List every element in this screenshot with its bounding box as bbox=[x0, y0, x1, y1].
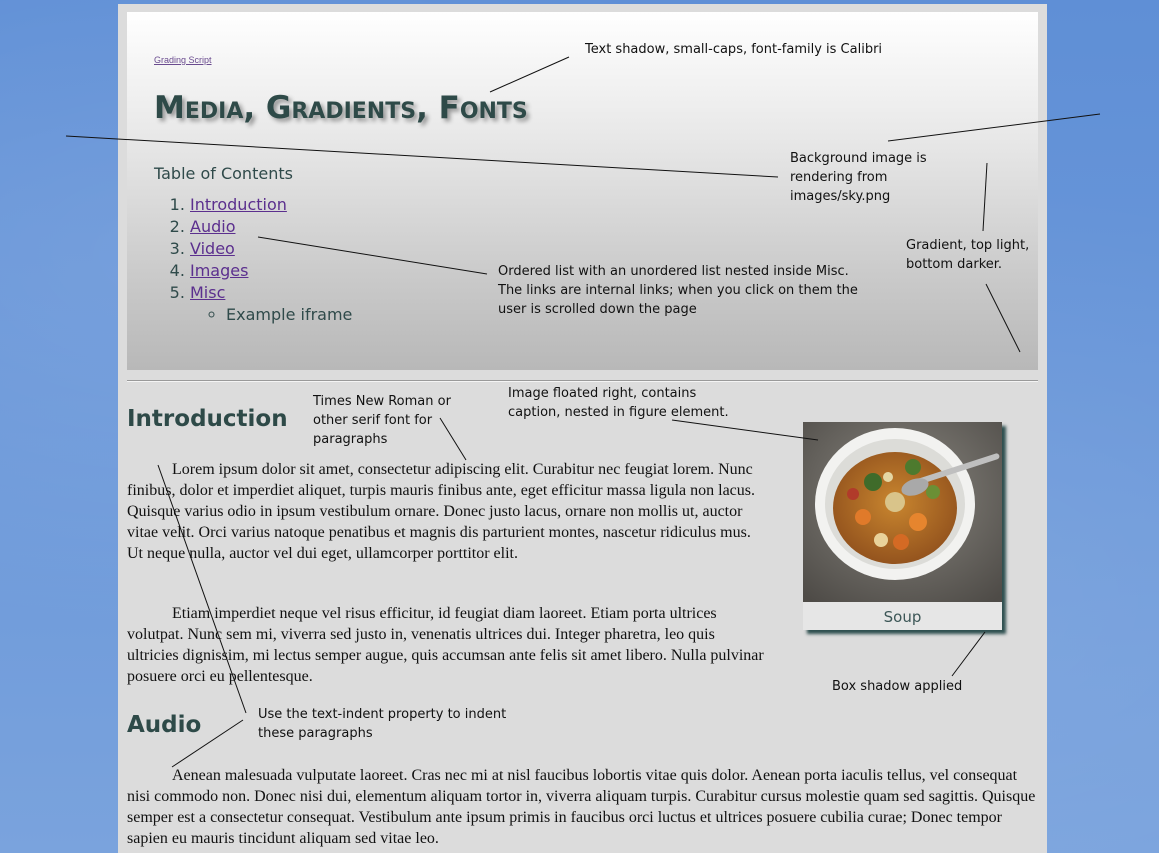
annotation-text-indent: Use the text-indent property to indent t… bbox=[258, 705, 506, 743]
toc-link-misc[interactable]: Misc bbox=[190, 283, 225, 302]
soup-figure: Soup bbox=[803, 422, 1002, 630]
annotation-line: Ordered list with an unordered list nest… bbox=[498, 264, 849, 279]
annotation-line: Gradient, top light, bbox=[906, 238, 1030, 253]
annotation-image-float: Image floated right, contains caption, n… bbox=[508, 384, 729, 422]
toc-item-video: Video bbox=[190, 238, 352, 260]
table-of-contents: Introduction Audio Video Images Misc Exa… bbox=[154, 194, 352, 326]
annotation-serif-font: Times New Roman or other serif font for … bbox=[313, 392, 451, 449]
annotation-line: Image floated right, contains bbox=[508, 386, 697, 401]
annotation-text-shadow: Text shadow, small-caps, font-family is … bbox=[585, 42, 883, 57]
audio-paragraph-1: Aenean malesuada vulputate laoreet. Cras… bbox=[127, 767, 1036, 847]
annotation-line: images/sky.png bbox=[790, 189, 891, 204]
soup-caption: Soup bbox=[883, 608, 922, 626]
page-title: Media, Gradients, Fonts bbox=[154, 90, 528, 126]
toc-item-audio: Audio bbox=[190, 216, 352, 238]
toc-link-introduction[interactable]: Introduction bbox=[190, 195, 287, 214]
annotation-line: The links are internal links; when you c… bbox=[498, 283, 858, 298]
toc-item-introduction: Introduction bbox=[190, 194, 352, 216]
annotation-line: paragraphs bbox=[313, 432, 388, 447]
intro-paragraph-2: Etiam imperdiet neque vel risus efficitu… bbox=[127, 605, 764, 685]
grading-script-link[interactable]: Grading Script bbox=[154, 55, 212, 65]
toc-heading: Table of Contents bbox=[154, 164, 293, 183]
annotation-line: other serif font for bbox=[313, 413, 433, 428]
toc-item-misc: Misc Example iframe bbox=[190, 282, 352, 326]
toc-link-images[interactable]: Images bbox=[190, 261, 248, 280]
annotation-line: rendering from bbox=[790, 170, 888, 185]
annotation-gradient: Gradient, top light, bottom darker. bbox=[906, 236, 1029, 274]
annotation-line: user is scrolled down the page bbox=[498, 302, 697, 317]
section-heading-audio: Audio bbox=[127, 712, 202, 738]
horizontal-rule bbox=[127, 380, 1038, 382]
section-heading-introduction: Introduction bbox=[127, 406, 288, 432]
annotation-line: Background image is bbox=[790, 151, 927, 166]
annotation-line: Use the text-indent property to indent bbox=[258, 707, 507, 722]
toc-item-images: Images bbox=[190, 260, 352, 282]
soup-image bbox=[803, 422, 1002, 602]
toc-subitem-example-iframe: Example iframe bbox=[226, 304, 352, 326]
annotation-line: Times New Roman or bbox=[313, 394, 451, 409]
annotation-box-shadow: Box shadow applied bbox=[832, 679, 963, 694]
toc-sublist: Example iframe bbox=[190, 304, 352, 326]
toc-link-video[interactable]: Video bbox=[190, 239, 235, 258]
annotation-line: bottom darker. bbox=[906, 257, 1003, 272]
annotation-background-image: Background image is rendering from image… bbox=[790, 149, 927, 206]
annotation-line: caption, nested in figure element. bbox=[508, 405, 729, 420]
intro-paragraph-1: Lorem ipsum dolor sit amet, consectetur … bbox=[127, 461, 755, 562]
annotation-line: these paragraphs bbox=[258, 726, 373, 741]
toc-link-audio[interactable]: Audio bbox=[190, 217, 235, 236]
annotation-ordered-list: Ordered list with an unordered list nest… bbox=[498, 262, 858, 319]
